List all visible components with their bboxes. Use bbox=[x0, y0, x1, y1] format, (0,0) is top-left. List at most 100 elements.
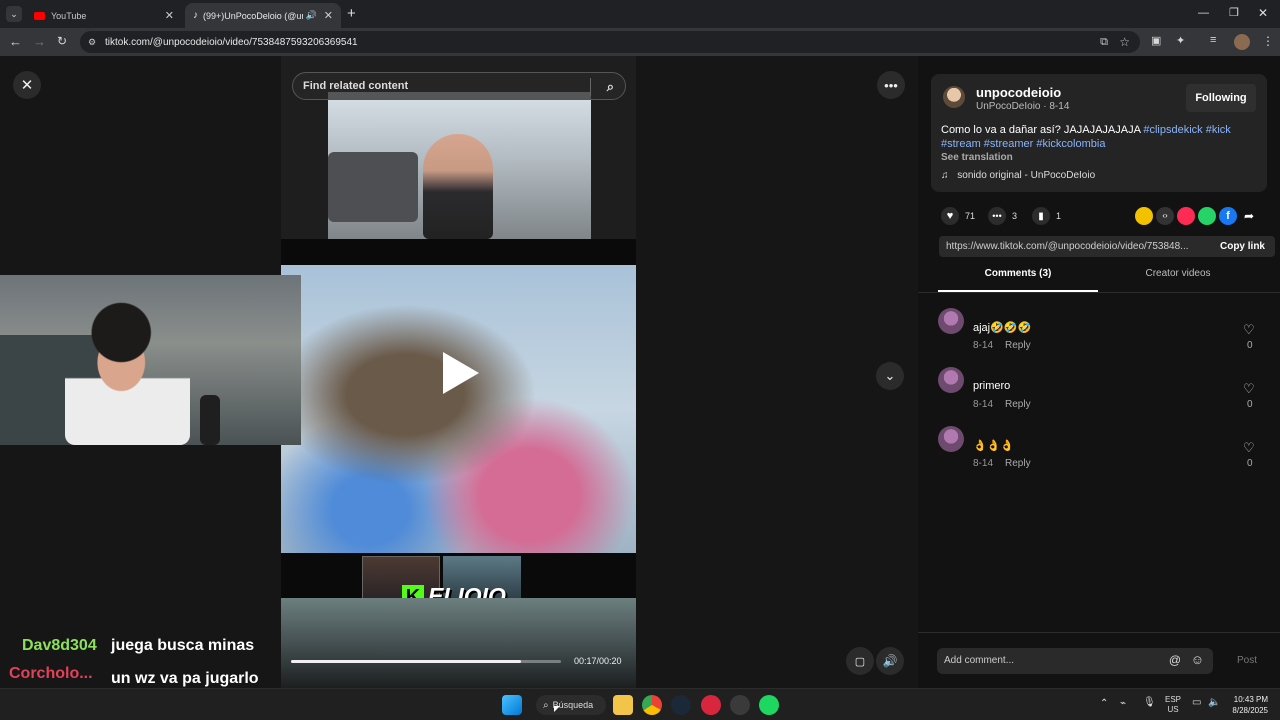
pip-button[interactable]: ▢ bbox=[846, 647, 874, 675]
send-icon[interactable] bbox=[1177, 207, 1195, 225]
creator-avatar[interactable] bbox=[943, 86, 965, 108]
forward-icon[interactable]: → bbox=[33, 34, 46, 49]
couch bbox=[328, 152, 418, 222]
file-explorer-icon[interactable] bbox=[613, 695, 633, 715]
comment-like-icon[interactable]: ♡ bbox=[1243, 322, 1255, 338]
repost-icon[interactable] bbox=[1135, 207, 1153, 225]
tab-youtube[interactable]: YouTube ✕ bbox=[26, 3, 182, 28]
search-icon: ⌕ bbox=[543, 699, 549, 711]
mouse-cursor-icon bbox=[554, 706, 560, 712]
clock-date: 8/28/2025 bbox=[1232, 706, 1268, 715]
tab-search-chevron-icon[interactable]: ⌄ bbox=[6, 6, 22, 22]
comment-date: 8-14 bbox=[973, 340, 994, 351]
taskbar-search[interactable]: ⌕ Búsqueda bbox=[536, 695, 606, 715]
embed-icon[interactable]: ‹› bbox=[1156, 207, 1174, 225]
close-icon[interactable]: ✕ bbox=[324, 9, 333, 22]
progress-track[interactable] bbox=[291, 660, 561, 663]
save-button[interactable]: ▮ 1 bbox=[1032, 207, 1061, 225]
heart-icon: ♥ bbox=[941, 207, 959, 225]
webcam-overlay bbox=[0, 275, 301, 445]
person-silhouette bbox=[423, 134, 493, 239]
windows-start-icon[interactable] bbox=[502, 695, 522, 715]
url-bar[interactable]: ⚙ tiktok.com/@unpocodeioio/video/7538487… bbox=[80, 31, 1140, 53]
comment-like-count: 0 bbox=[1247, 399, 1253, 410]
bookmark-star-icon[interactable]: ☆ bbox=[1119, 35, 1130, 49]
new-tab-button[interactable]: + bbox=[347, 5, 356, 22]
site-info-icon[interactable]: ⚙ bbox=[88, 37, 96, 48]
next-video-button[interactable]: ⌄ bbox=[876, 362, 904, 390]
search-icon[interactable]: ⌕ bbox=[607, 79, 614, 95]
microphone bbox=[200, 395, 220, 445]
like-button[interactable]: ♥ 71 bbox=[941, 207, 975, 225]
play-icon[interactable] bbox=[443, 352, 479, 394]
tray-chevron-icon[interactable]: ⌃ bbox=[1100, 698, 1108, 709]
steam-icon[interactable] bbox=[671, 695, 691, 715]
comment-input[interactable]: Add comment... @ ☺ bbox=[937, 648, 1213, 674]
comment-like-icon[interactable]: ♡ bbox=[1243, 440, 1255, 456]
creator-display: UnPocoDeIoio · 8-14 bbox=[976, 101, 1070, 112]
profile-avatar[interactable] bbox=[1234, 34, 1250, 50]
post-comment-button[interactable]: Post bbox=[1237, 655, 1257, 666]
bookmark-icon: ▮ bbox=[1032, 207, 1050, 225]
video-player[interactable]: K ELIOIO 00:17/00:20 bbox=[281, 56, 636, 688]
chrome-icon[interactable] bbox=[642, 695, 662, 715]
more-options-button[interactable]: ••• bbox=[877, 71, 905, 99]
close-video-button[interactable]: ✕ bbox=[13, 71, 41, 99]
clock[interactable]: 10:43 PM 8/28/2025 bbox=[1226, 694, 1268, 716]
obs-icon[interactable] bbox=[701, 695, 721, 715]
see-translation-link[interactable]: See translation bbox=[941, 152, 1013, 163]
speaker-icon[interactable]: 🔊 bbox=[306, 10, 317, 21]
tab-comments[interactable]: Comments (3) bbox=[938, 268, 1098, 292]
back-icon[interactable]: ← bbox=[9, 34, 22, 49]
comment-bubble-icon: ••• bbox=[988, 207, 1006, 225]
sound-row[interactable]: ♫ sonido original - UnPocoDeIoio bbox=[941, 170, 1095, 181]
reload-icon[interactable]: ↻ bbox=[57, 34, 67, 48]
tab-creator-videos[interactable]: Creator videos bbox=[1098, 268, 1258, 292]
video-blurred-frame bbox=[281, 265, 636, 553]
following-button[interactable]: Following bbox=[1186, 84, 1256, 112]
volume-button[interactable]: 🔊 bbox=[876, 647, 904, 675]
commenter-avatar[interactable] bbox=[938, 426, 964, 452]
reply-button[interactable]: Reply bbox=[1005, 340, 1031, 351]
commenter-avatar[interactable] bbox=[938, 367, 964, 393]
mic-icon[interactable]: 🎙 bbox=[1143, 697, 1156, 708]
tab-comments-label: Comments (3) bbox=[984, 268, 1052, 279]
spotify-icon[interactable] bbox=[759, 695, 779, 715]
tab-tiktok[interactable]: ♪ (99+)UnPocoDeloio (@unp 🔊 ✕ bbox=[185, 3, 341, 28]
browser-toolbar: ← → ↻ ⚙ tiktok.com/@unpocodeioio/video/7… bbox=[0, 28, 1280, 56]
video-area: K ELIOIO 00:17/00:20 Find related conten… bbox=[0, 56, 918, 714]
network-icon[interactable]: ⌁ bbox=[1120, 698, 1126, 709]
share-arrow-icon[interactable]: ➦ bbox=[1240, 207, 1258, 225]
chat-line: Corcholo... bbox=[9, 665, 93, 683]
install-icon[interactable]: ⧉ bbox=[1100, 36, 1108, 49]
language-indicator[interactable]: ESP US bbox=[1165, 695, 1181, 715]
creator-username[interactable]: unpocodeioio bbox=[976, 85, 1061, 100]
comment-button[interactable]: ••• 3 bbox=[988, 207, 1017, 225]
whatsapp-icon[interactable] bbox=[1198, 207, 1216, 225]
app-icon[interactable] bbox=[730, 695, 750, 715]
restore-icon[interactable]: ❐ bbox=[1229, 6, 1239, 19]
comment-text: ajaj🤣🤣🤣 bbox=[973, 322, 1032, 334]
reply-button[interactable]: Reply bbox=[1005, 399, 1031, 410]
reply-button[interactable]: Reply bbox=[1005, 458, 1031, 469]
mention-icon[interactable]: @ bbox=[1169, 653, 1181, 667]
close-icon[interactable]: ✕ bbox=[165, 9, 174, 22]
media-controls-icon[interactable]: ≡ bbox=[1210, 34, 1216, 46]
emoji-icon[interactable]: ☺ bbox=[1191, 652, 1204, 667]
tab-creator-label: Creator videos bbox=[1145, 268, 1211, 279]
facebook-icon[interactable]: f bbox=[1219, 207, 1237, 225]
comment-like-icon[interactable]: ♡ bbox=[1243, 381, 1255, 397]
lang-top: ESP bbox=[1165, 695, 1182, 704]
puzzle-icon[interactable]: ✦ bbox=[1176, 34, 1185, 47]
menu-icon[interactable]: ⋮ bbox=[1262, 34, 1274, 48]
close-window-icon[interactable]: ✕ bbox=[1258, 6, 1268, 20]
search-input[interactable]: Find related content ⌕ bbox=[292, 72, 626, 100]
extension-icon[interactable]: ▣ bbox=[1151, 34, 1161, 47]
commenter-avatar[interactable] bbox=[938, 308, 964, 334]
minimize-icon[interactable]: — bbox=[1198, 7, 1209, 19]
sound-name: sonido original - UnPocoDeIoio bbox=[957, 170, 1096, 181]
display-icon[interactable]: ▭ bbox=[1192, 697, 1201, 708]
copy-link-button[interactable]: Copy link bbox=[1220, 241, 1265, 252]
volume-icon[interactable]: 🔈 bbox=[1208, 697, 1220, 708]
progress-fill bbox=[291, 660, 521, 663]
